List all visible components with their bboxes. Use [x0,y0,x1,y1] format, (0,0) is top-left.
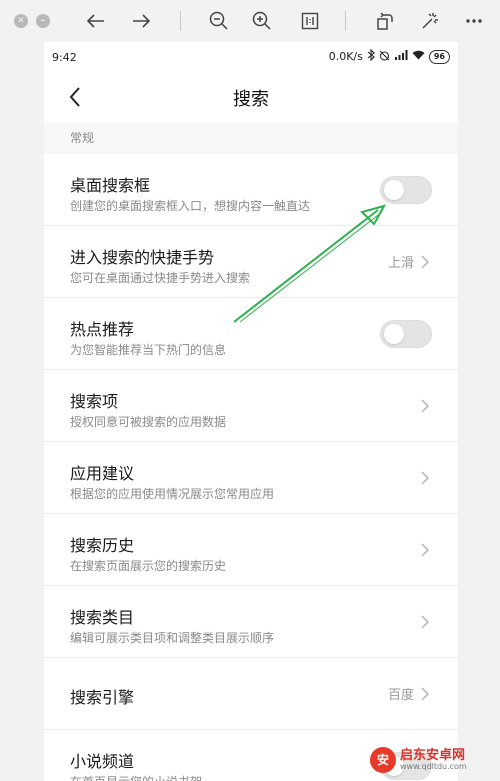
bluetooth-icon [367,48,375,64]
setting-title: 搜索类目 [70,608,135,627]
setting-title: 应用建议 [70,464,135,483]
more-options-icon[interactable] [461,8,487,34]
setting-row-search-engine[interactable]: 搜索引擎 百度 [44,658,458,730]
toolbar-divider [345,11,346,31]
setting-title: 进入搜索的快捷手势 [70,248,215,267]
forward-arrow-icon[interactable] [128,8,154,34]
setting-row-app-suggestions[interactable]: 应用建议 根据您的应用使用情况展示您常用应用 [44,442,458,514]
setting-subtitle: 在搜索页面展示您的搜索历史 [70,559,227,573]
status-time: 9:42 [52,51,77,64]
phone-screen: 9:42 0.0K/s 96 搜索 常规 桌面搜索框 创建您的桌面搜索框入口，想… [44,42,458,781]
status-bar: 9:42 0.0K/s 96 [44,42,458,72]
setting-row-hot-recommend[interactable]: 热点推荐 为您智能推荐当下热门的信息 [44,298,458,370]
chevron-right-icon [421,471,430,485]
setting-subtitle: 您可在桌面通过快捷手势进入搜索 [70,271,251,285]
settings-list: 常规 桌面搜索框 创建您的桌面搜索框入口，想搜内容一触直达 进入搜索的快捷手势 … [44,122,458,781]
alarm-icon [379,50,390,64]
watermark-logo-icon: 安 [370,747,396,773]
zoom-out-icon[interactable] [206,8,232,34]
chevron-right-icon [421,615,430,629]
setting-subtitle: 授权同意可被搜索的应用数据 [70,415,227,429]
image-viewer-toolbar: ✕ – [0,0,500,42]
setting-value: 百度 [387,688,414,703]
watermark-name: 启东安卓网 [400,747,466,763]
minimize-window-icon[interactable]: – [36,14,50,28]
hot-recommend-toggle[interactable] [380,320,432,348]
navigation-bar: 搜索 [44,72,458,122]
chevron-right-icon [421,255,430,269]
signal-icon [394,50,408,63]
back-arrow-icon[interactable] [83,8,109,34]
zoom-in-icon[interactable] [249,8,275,34]
setting-row-search-history[interactable]: 搜索历史 在搜索页面展示您的搜索历史 [44,514,458,586]
status-icons: 0.0K/s 96 [328,48,450,64]
close-window-icon[interactable]: ✕ [14,14,28,28]
watermark: 安 启东安卓网 www.qdltdu.com [370,744,467,776]
page-title: 搜索 [233,89,269,110]
setting-title: 搜索历史 [70,536,135,555]
setting-subtitle: 为您智能推荐当下热门的信息 [70,343,227,357]
rotate-icon[interactable] [372,8,398,34]
toggle-knob [384,324,404,344]
setting-subtitle: 创建您的桌面搜索框入口，想搜内容一触直达 [70,199,311,213]
setting-subtitle: 根据您的应用使用情况展示您常用应用 [70,487,275,501]
setting-title: 搜索项 [70,392,119,411]
chevron-right-icon [421,687,430,701]
setting-subtitle: 在首页显示您的小说书架 [70,773,202,781]
network-speed: 0.0K/s [328,50,363,63]
battery-indicator: 96 [428,49,450,64]
setting-row-desktop-search-box[interactable]: 桌面搜索框 创建您的桌面搜索框入口，想搜内容一触直达 [44,154,458,226]
toolbar-divider [180,11,181,31]
chevron-right-icon [421,399,430,413]
toggle-knob [384,180,404,200]
setting-title: 小说频道 [70,752,135,771]
section-header: 常规 [44,122,458,154]
magic-wand-icon[interactable] [417,8,443,34]
setting-value: 上滑 [387,256,414,271]
actual-size-icon[interactable] [297,8,323,34]
setting-row-search-items[interactable]: 搜索项 授权同意可被搜索的应用数据 [44,370,458,442]
wifi-icon [412,50,425,63]
setting-title: 桌面搜索框 [70,176,151,195]
setting-subtitle: 编辑可展示类目项和调整类目展示顺序 [70,631,275,645]
setting-title: 热点推荐 [70,320,135,339]
watermark-url: www.qdltdu.com [400,761,467,771]
chevron-right-icon [421,543,430,557]
setting-row-search-gesture[interactable]: 进入搜索的快捷手势 您可在桌面通过快捷手势进入搜索 上滑 [44,226,458,298]
setting-row-search-categories[interactable]: 搜索类目 编辑可展示类目项和调整类目展示顺序 [44,586,458,658]
setting-title: 搜索引擎 [70,688,135,707]
desktop-search-box-toggle[interactable] [380,176,432,204]
watermark-text: 启东安卓网 www.qdltdu.com [400,749,467,771]
